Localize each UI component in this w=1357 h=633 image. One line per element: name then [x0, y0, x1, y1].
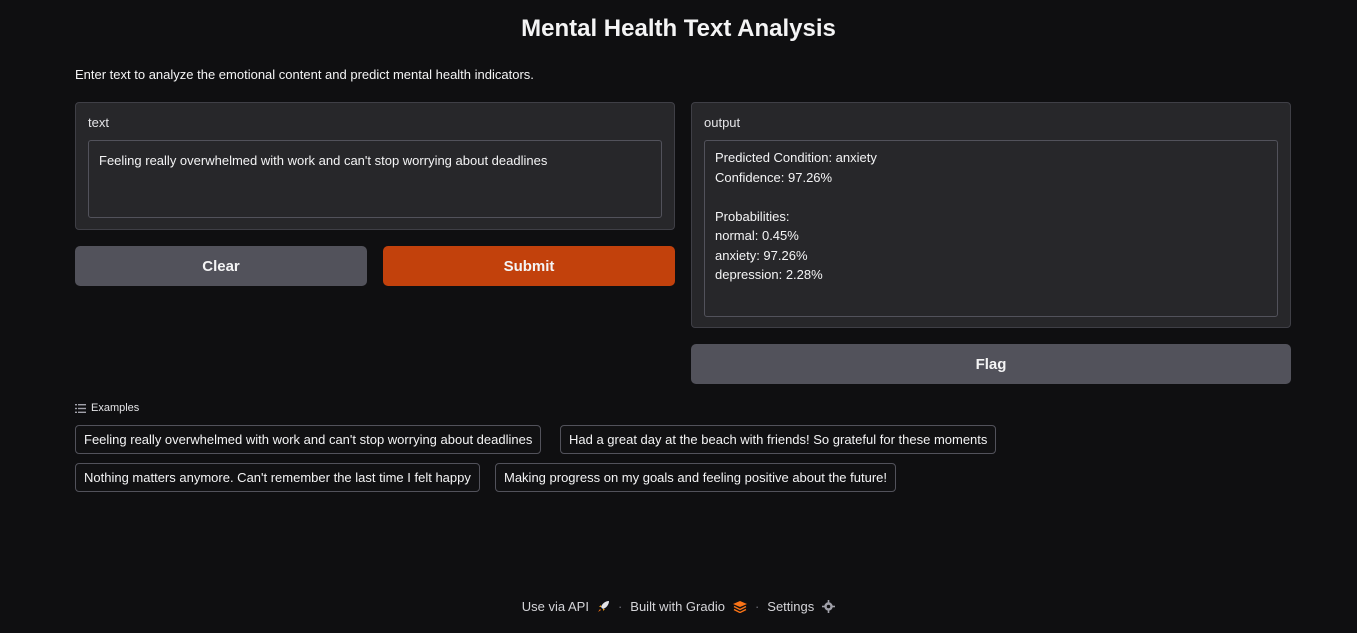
submit-button[interactable]: Submit: [383, 246, 675, 286]
output-label: output: [704, 115, 741, 130]
rocket-icon: [597, 600, 610, 613]
examples-header: Examples: [75, 402, 139, 414]
gear-icon: [822, 600, 836, 613]
output-line: Probabilities:: [715, 208, 790, 224]
footer-separator: ·: [754, 599, 760, 614]
built-with-gradio-link[interactable]: Built with Gradio: [630, 599, 725, 614]
flag-button[interactable]: Flag: [691, 344, 1291, 384]
page-title: Mental Health Text Analysis: [521, 15, 836, 42]
output-line: normal: 0.45%: [715, 228, 799, 243]
input-label: text: [88, 115, 109, 130]
output-line: anxiety: 97.26%: [715, 247, 808, 263]
clear-button[interactable]: Clear: [75, 246, 367, 286]
example-item[interactable]: Feeling really overwhelmed with work and…: [75, 425, 542, 454]
example-item[interactable]: Had a great day at the beach with friend…: [560, 425, 997, 454]
output-line: Confidence: 97.26%: [715, 169, 833, 185]
example-item[interactable]: Nothing matters anymore. Can't remember …: [75, 463, 480, 492]
settings-link[interactable]: Settings: [767, 599, 814, 614]
output-panel: output Predicted Condition: anxiety Conf…: [691, 102, 1291, 328]
use-via-api-link[interactable]: Use via API: [522, 599, 589, 614]
text-input[interactable]: Feeling really overwhelmed with work and…: [88, 140, 662, 218]
examples-label: Examples: [91, 402, 140, 414]
list-icon: [75, 403, 86, 413]
output-textbox[interactable]: Predicted Condition: anxiety Confidence:…: [704, 140, 1278, 317]
page-description: Enter text to analyze the emotional cont…: [75, 67, 534, 82]
output-line: Predicted Condition: anxiety: [715, 150, 877, 165]
footer-separator: ·: [617, 599, 623, 614]
input-panel: text Feeling really overwhelmed with wor…: [75, 102, 675, 230]
footer: Use via API · Built with Gradio · Settin…: [0, 599, 1357, 614]
gradio-logo-icon: [732, 600, 747, 613]
output-line: depression: 2.28%: [715, 267, 823, 282]
example-item[interactable]: Making progress on my goals and feeling …: [495, 463, 897, 492]
